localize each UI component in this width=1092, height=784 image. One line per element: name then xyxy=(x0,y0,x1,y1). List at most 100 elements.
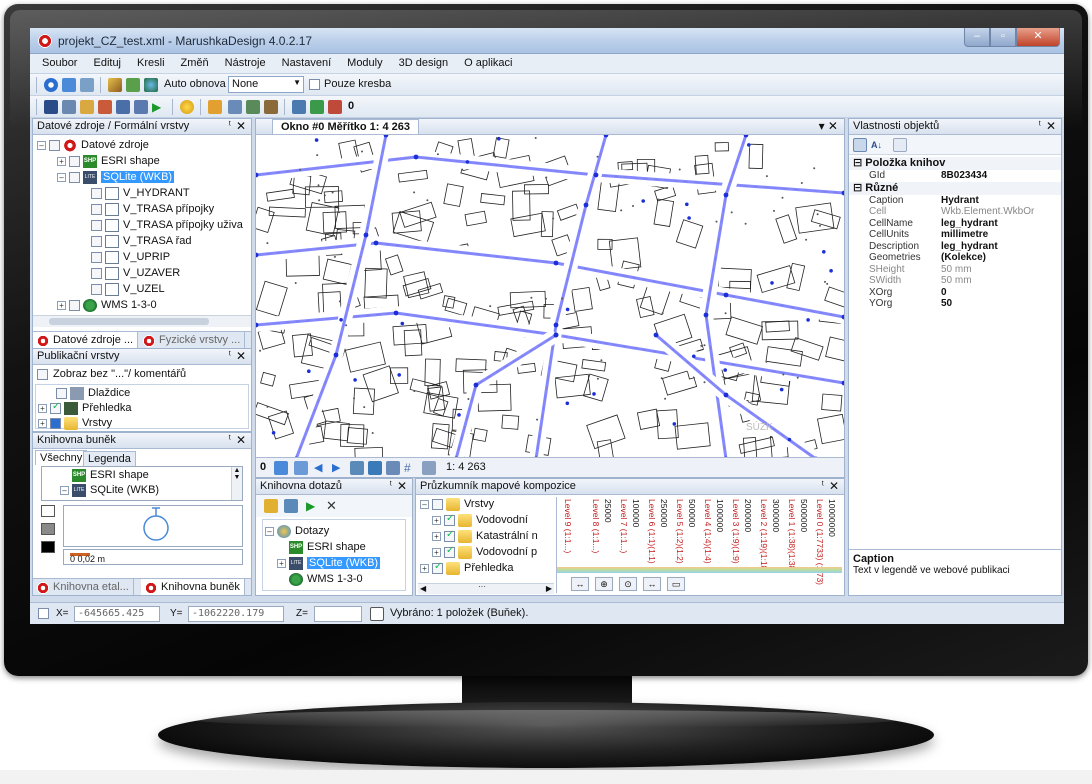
menu-edituj[interactable]: Edituj xyxy=(85,54,129,69)
property-row[interactable]: Geometries (Kolekce) xyxy=(849,252,1061,264)
menu-nastaveni[interactable]: Nastavení xyxy=(274,54,340,69)
property-row[interactable]: Description leg_hydrant xyxy=(849,241,1061,253)
checkbox[interactable] xyxy=(50,401,61,414)
zoom-select-icon[interactable] xyxy=(292,100,306,114)
property-row[interactable]: CellName leg_hydrant xyxy=(849,218,1061,230)
properties-icon[interactable] xyxy=(62,100,76,114)
checkbox[interactable] xyxy=(69,156,80,167)
tree-item-vodovodni-p[interactable]: +Vodovodní p xyxy=(432,545,554,561)
grid-icon[interactable]: # xyxy=(404,461,418,475)
save-icon[interactable] xyxy=(44,100,58,114)
swatch-gray[interactable] xyxy=(41,523,55,535)
tab-vsechny[interactable]: Všechny xyxy=(35,450,88,465)
tab-datove-zdroje[interactable]: Datové zdroje ... xyxy=(33,332,139,349)
composition-hscroll[interactable]: ◀ ··· ▶ xyxy=(418,582,554,594)
property-row[interactable]: XOrg 0 xyxy=(849,287,1061,299)
smiley-icon[interactable] xyxy=(180,100,194,114)
checkbox[interactable] xyxy=(37,369,48,380)
list-item[interactable]: – LITE SQLite (WKB) xyxy=(60,483,220,499)
menu-3d-design[interactable]: 3D design xyxy=(391,54,457,69)
property-row[interactable]: CellUnits millimetre xyxy=(849,229,1061,241)
menu-o-aplikaci[interactable]: O aplikaci xyxy=(456,54,520,69)
checkbox[interactable] xyxy=(56,388,67,399)
tree-item-esri-shape[interactable]: SHP ESRI shape xyxy=(289,540,409,556)
tree-item-sqlite-wkb[interactable]: – LITE SQLite (WKB) xyxy=(57,170,237,186)
zoom-out-icon[interactable] xyxy=(294,461,308,475)
maximize-button[interactable]: ▫ xyxy=(990,28,1016,47)
checkbox[interactable] xyxy=(91,236,102,247)
checkbox[interactable] xyxy=(444,513,455,526)
list-item[interactable]: SHP ESRI shape xyxy=(72,468,212,484)
pin-icon[interactable]: ᵗ xyxy=(390,480,392,491)
house-icon[interactable] xyxy=(246,100,260,114)
close-icon[interactable]: ✕ xyxy=(236,349,246,363)
scale-tool-icon[interactable]: ▭ xyxy=(667,577,685,591)
close-icon[interactable]: ✕ xyxy=(829,479,839,493)
tree-item-vodovodni[interactable]: +Vodovodní xyxy=(432,513,554,529)
zoom-all-icon[interactable] xyxy=(368,461,382,475)
z-coordinate-field[interactable] xyxy=(314,606,362,622)
map-tab-title[interactable]: Okno #0 Měřítko 1: 4 263 xyxy=(272,119,419,134)
minimize-button[interactable]: – xyxy=(964,28,990,47)
tree-icon[interactable] xyxy=(80,100,94,114)
tree-item-dlazdice[interactable]: Dlaždice xyxy=(56,386,236,402)
tab-legenda[interactable]: Legenda xyxy=(83,451,136,466)
checkbox[interactable] xyxy=(432,561,443,574)
tab-knihovna-etalonu[interactable]: Knihovna etal... xyxy=(33,579,134,595)
edit-query-icon[interactable] xyxy=(284,499,298,513)
property-row[interactable]: Cell Wkb.Element.WkbOr xyxy=(849,206,1061,218)
play-icon[interactable]: ▶ xyxy=(152,100,166,114)
arrow-left-icon[interactable]: ◀ xyxy=(314,461,328,475)
checkbox[interactable] xyxy=(49,140,60,151)
new-query-icon[interactable] xyxy=(264,499,278,513)
close-icon[interactable]: ✕ xyxy=(1046,119,1056,133)
pencil-icon[interactable] xyxy=(108,78,122,92)
checkbox[interactable] xyxy=(444,545,455,558)
checkbox[interactable] xyxy=(50,418,61,429)
query-icon[interactable] xyxy=(80,78,94,92)
property-row[interactable]: Caption Hydrant xyxy=(849,195,1061,207)
map-canvas[interactable]: SÚZK xyxy=(256,135,844,459)
area-icon[interactable] xyxy=(228,100,242,114)
select-remove-icon[interactable] xyxy=(328,100,342,114)
pin-icon[interactable]: ᵗ xyxy=(1039,120,1041,131)
pin-icon[interactable]: ᵗ xyxy=(822,480,824,491)
tree-item-wms[interactable]: + WMS 1-3-0 xyxy=(57,298,237,314)
tree-item-wms[interactable]: WMS 1-3-0 xyxy=(289,572,409,588)
checkbox[interactable] xyxy=(91,220,102,231)
checkbox[interactable] xyxy=(69,300,80,311)
categorized-icon[interactable] xyxy=(853,138,867,152)
scale-tool-icon[interactable]: ⊙ xyxy=(619,577,637,591)
checkbox[interactable] xyxy=(69,172,80,183)
tree-item-vrstvy[interactable]: + Vrstvy xyxy=(38,416,228,431)
close-icon[interactable]: ✕ xyxy=(236,433,246,447)
close-button[interactable]: ✕ xyxy=(1016,28,1060,47)
run-query-icon[interactable]: ▶ xyxy=(306,499,320,513)
tab-knihovna-bunek[interactable]: Knihovna buněk xyxy=(141,579,245,595)
users-icon[interactable] xyxy=(98,100,112,114)
menu-kresli[interactable]: Kresli xyxy=(129,54,173,69)
property-row[interactable]: YOrg 50 xyxy=(849,298,1061,310)
property-row[interactable]: SWidth 50 mm xyxy=(849,275,1061,287)
delete-query-icon[interactable]: ✕ xyxy=(326,499,340,513)
checkbox[interactable] xyxy=(91,268,102,279)
arrow-right-icon[interactable]: ▶ xyxy=(332,461,346,475)
layer-item[interactable]: V_TRASA řad xyxy=(91,234,251,250)
tree-item-vrstvy[interactable]: – Vrstvy xyxy=(420,497,550,513)
globe-icon[interactable] xyxy=(144,78,158,92)
tree-item-datove-zdroje[interactable]: – Datové zdroje xyxy=(37,138,237,154)
map-tab-controls[interactable]: ▾ ✕ xyxy=(819,119,838,133)
refresh-icon[interactable] xyxy=(62,78,76,92)
layer-item[interactable]: V_UZAVER xyxy=(91,266,251,282)
checkbox[interactable] xyxy=(91,188,102,199)
property-category[interactable]: ⊟ Položka knihov xyxy=(849,157,1061,170)
zoom-window-icon[interactable] xyxy=(350,461,364,475)
info-icon[interactable] xyxy=(44,78,58,92)
close-icon[interactable]: ✕ xyxy=(236,119,246,133)
scale-tool-icon[interactable]: ↔ xyxy=(571,577,589,591)
checkbox[interactable] xyxy=(91,252,102,263)
tree-item-prehledka[interactable]: +Přehledka xyxy=(38,401,228,417)
layer-item[interactable]: V_TRASA přípojky xyxy=(91,202,251,218)
property-row[interactable]: SHeight 50 mm xyxy=(849,264,1061,276)
view-icon[interactable] xyxy=(386,461,400,475)
